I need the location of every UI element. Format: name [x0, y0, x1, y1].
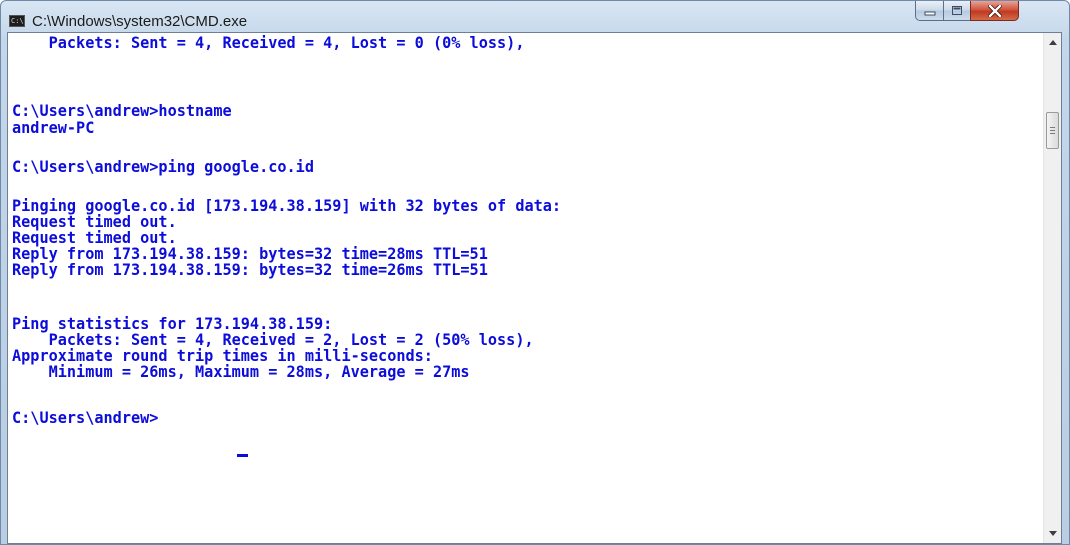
console-line: andrew-PC	[12, 118, 95, 137]
minimize-button[interactable]	[915, 1, 944, 21]
grip-line	[1050, 130, 1055, 131]
console-line: Request timed out.	[12, 228, 177, 247]
cmd-app-icon[interactable]: C:\	[9, 15, 25, 27]
console-frame: Packets: Sent = 4, Received = 4, Lost = …	[7, 32, 1062, 544]
console-line: C:\Users\andrew>ping google.co.id	[12, 157, 314, 176]
console-line: C:\Users\andrew>hostname	[12, 101, 232, 120]
console-line: Approximate round trip times in milli-se…	[12, 346, 433, 365]
window-title: C:\Windows\system32\CMD.exe	[32, 13, 248, 30]
console-prompt: C:\Users\andrew>	[12, 408, 159, 427]
scroll-up-arrow-icon	[1049, 40, 1057, 45]
maximize-button[interactable]	[943, 1, 971, 21]
console-line: Minimum = 26ms, Maximum = 28ms, Average …	[12, 362, 470, 381]
close-icon	[987, 4, 1002, 17]
console-line: Pinging google.co.id [173.194.38.159] wi…	[12, 196, 562, 215]
scroll-down-arrow-icon	[1049, 531, 1057, 536]
console-line: Reply from 173.194.38.159: bytes=32 time…	[12, 260, 488, 279]
close-button[interactable]	[970, 1, 1019, 21]
scroll-up-button[interactable]	[1046, 34, 1060, 51]
cmd-window: C:\ C:\Windows\system32\CMD.exe Packets:…	[0, 0, 1070, 545]
console-line: Request timed out.	[12, 212, 177, 231]
grip-line	[1050, 127, 1055, 128]
maximize-icon	[952, 6, 962, 15]
text-cursor	[237, 454, 248, 457]
title-bar[interactable]: C:\ C:\Windows\system32\CMD.exe	[1, 1, 1069, 33]
grip-line	[1050, 133, 1055, 134]
console-line: Packets: Sent = 4, Received = 4, Lost = …	[12, 33, 525, 52]
console-line: Ping statistics for 173.194.38.159:	[12, 314, 333, 333]
scroll-down-button[interactable]	[1046, 525, 1060, 542]
scroll-thumb[interactable]	[1046, 112, 1059, 149]
console-line: Packets: Sent = 4, Received = 2, Lost = …	[12, 330, 534, 349]
vertical-scrollbar[interactable]	[1043, 33, 1061, 543]
console-line: Reply from 173.194.38.159: bytes=32 time…	[12, 244, 488, 263]
console-output[interactable]: Packets: Sent = 4, Received = 4, Lost = …	[8, 33, 1043, 543]
minimize-icon	[924, 11, 935, 15]
